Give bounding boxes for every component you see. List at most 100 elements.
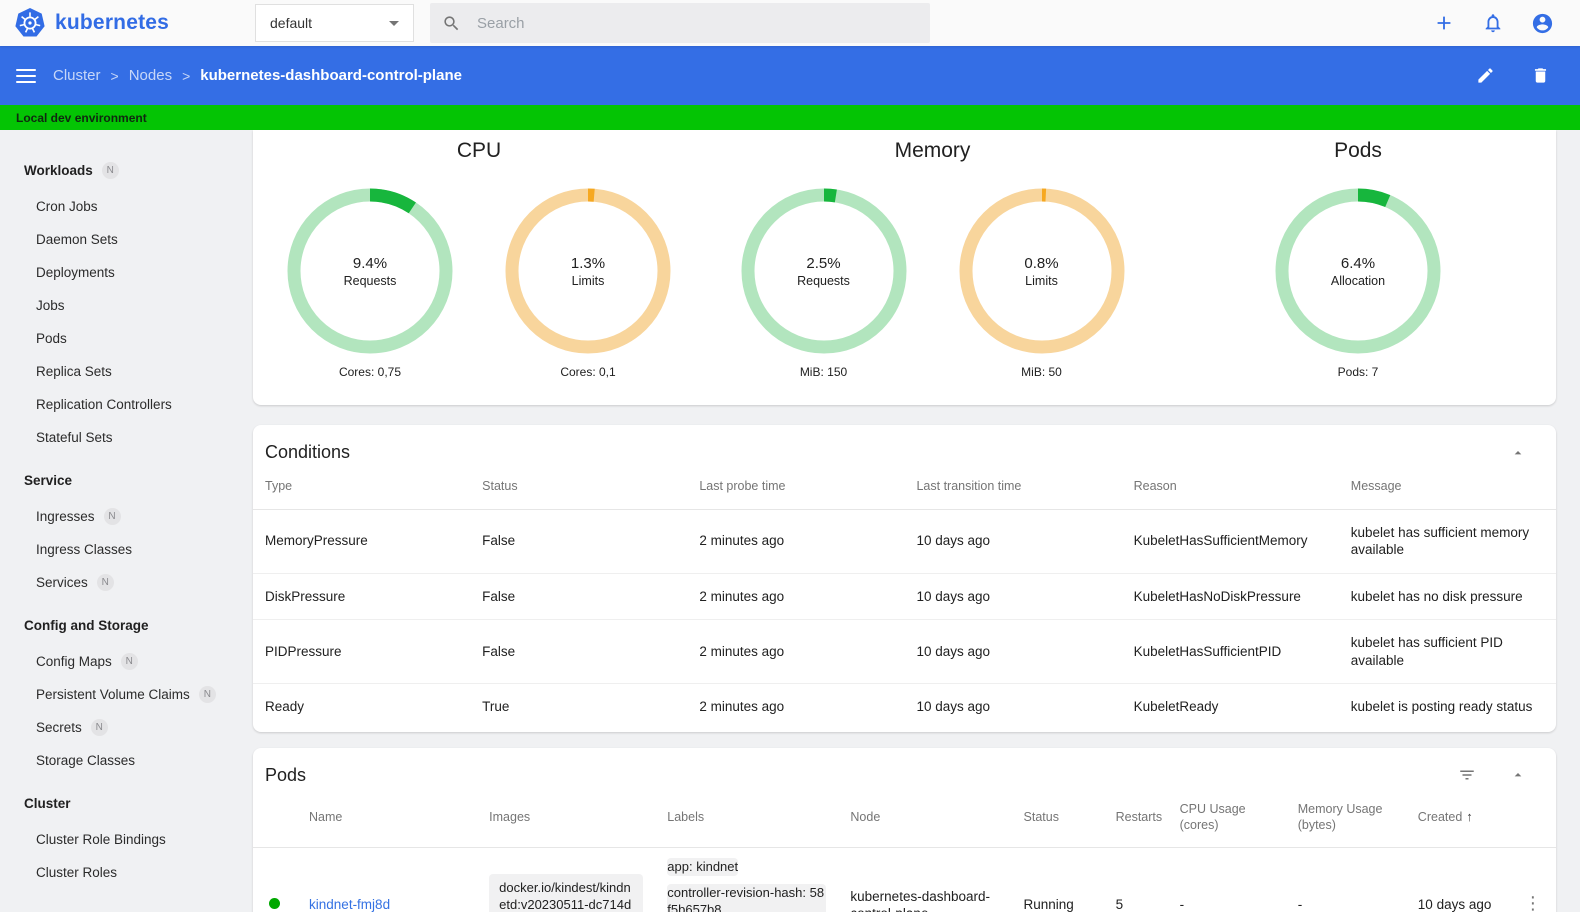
chart-group-memory: Memory 2.5% Requests MiB: 150 0.8% Limits MiB:… bbox=[705, 134, 1160, 405]
sidebar-item-services[interactable]: Services N bbox=[0, 566, 250, 599]
table-row[interactable]: MemoryPressure False 2 minutes ago 10 days … bbox=[253, 508, 1556, 574]
sidebar-item-label: Storage Classes bbox=[36, 753, 136, 768]
filter-icon[interactable] bbox=[1458, 766, 1476, 784]
donut-pods-allocation: 6.4% Allocation Pods: 7 bbox=[1273, 186, 1443, 379]
sidebar-item-cron-jobs[interactable]: Cron Jobs bbox=[0, 190, 250, 223]
pod-cell-images: docker.io/kindest/kindnetd:v20230511-dc7… bbox=[477, 848, 655, 912]
sidebar-item-ingresses[interactable]: Ingresses N bbox=[0, 500, 250, 533]
pod-name-link[interactable]: kindnet-fmj8d bbox=[309, 897, 390, 912]
column-header-label: Memory Usage (bytes) bbox=[1297, 801, 1383, 832]
sidebar-item-config-maps[interactable]: Config Maps N bbox=[0, 645, 250, 678]
conditions-cell-last-probe-time: 2 minutes ago bbox=[687, 508, 905, 574]
pod-status-ok-icon bbox=[269, 898, 280, 910]
sidebar-item-label: Jobs bbox=[36, 298, 65, 313]
collapse-section-icon[interactable] bbox=[1510, 767, 1526, 783]
donut-ring: 2.5% Requests bbox=[739, 186, 909, 356]
sidebar-item-label: Cluster Roles bbox=[36, 865, 118, 880]
top-header: kubernetes default bbox=[0, 0, 1580, 46]
sidebar-item-replication-controllers[interactable]: Replication Controllers bbox=[0, 388, 250, 421]
conditions-cell-type: MemoryPressure bbox=[253, 508, 471, 574]
usage-charts-card: CPU 9.4% Requests Cores: 0,75 1.3% Limits Core… bbox=[253, 130, 1556, 405]
conditions-card: Conditions Type Status Last probe time Last… bbox=[253, 425, 1556, 732]
sidebar-item-cluster-roles[interactable]: Cluster Roles bbox=[0, 856, 250, 889]
table-row[interactable]: kindnet-fmj8d docker.io/kindest/kindnetd:… bbox=[253, 848, 1556, 912]
table-row[interactable]: DiskPressure False 2 minutes ago 10 days ag… bbox=[253, 572, 1556, 620]
conditions-cell-reason: KubeletReady bbox=[1121, 683, 1339, 730]
kebab-menu-icon[interactable]: ⋮ bbox=[1524, 893, 1542, 912]
collapse-section-icon[interactable] bbox=[1510, 445, 1526, 461]
conditions-cell-message: kubelet has sufficient memory available bbox=[1338, 508, 1556, 574]
conditions-cell-last-probe-time: 2 minutes ago bbox=[687, 683, 905, 730]
sidebar-item-persistent-volume-claims[interactable]: Persistent Volume Claims N bbox=[0, 678, 250, 711]
sidebar-item-deployments[interactable]: Deployments bbox=[0, 256, 250, 289]
sidebar-item-ingress-classes[interactable]: Ingress Classes bbox=[0, 533, 250, 566]
sidebar-item-daemon-sets[interactable]: Daemon Sets bbox=[0, 223, 250, 256]
conditions-cell-last-probe-time: 2 minutes ago bbox=[687, 572, 905, 620]
sidebar-item-jobs[interactable]: Jobs bbox=[0, 289, 250, 322]
search-icon bbox=[442, 14, 461, 33]
column-header-status: Status bbox=[1011, 791, 1104, 849]
sidebar-item-replica-sets[interactable]: Replica Sets bbox=[0, 355, 250, 388]
conditions-cell-reason: KubeletHasSufficientMemory bbox=[1121, 508, 1339, 574]
conditions-cell-status: True bbox=[470, 683, 688, 730]
edit-pencil-icon[interactable] bbox=[1473, 64, 1497, 88]
page-title: kubernetes-dashboard-control-plane bbox=[200, 67, 462, 84]
menu-icon[interactable] bbox=[16, 65, 36, 87]
new-badge: N bbox=[101, 161, 119, 179]
column-header-actions bbox=[1511, 791, 1556, 849]
column-header-label: Restarts bbox=[1115, 809, 1163, 824]
brand-title: kubernetes bbox=[55, 11, 170, 34]
donut-ring: 1.3% Limits bbox=[503, 186, 673, 356]
conditions-cell-last-transition-time: 10 days ago bbox=[904, 683, 1122, 730]
breadcrumb-cluster[interactable]: Cluster bbox=[53, 67, 101, 84]
breadcrumb-nodes[interactable]: Nodes bbox=[129, 67, 172, 84]
column-header-label: Created bbox=[1417, 810, 1463, 825]
table-row[interactable]: Ready True 2 minutes ago 10 days ago Kubelet… bbox=[253, 683, 1556, 730]
column-header-label: CPU Usage (cores) bbox=[1179, 801, 1246, 832]
sidebar-item-stateful-sets[interactable]: Stateful Sets bbox=[0, 421, 250, 454]
table-row[interactable]: PIDPressure False 2 minutes ago 10 days ago… bbox=[253, 619, 1556, 684]
main-content[interactable]: CPU 9.4% Requests Cores: 0,75 1.3% Limits Core… bbox=[250, 130, 1580, 912]
sidebar-section-cluster: Cluster bbox=[0, 783, 250, 823]
user-profile-icon[interactable] bbox=[1530, 11, 1554, 35]
sidebar-nav[interactable]: Workloads N Cron Jobs Daemon Sets Deployment… bbox=[0, 130, 250, 912]
chart-group-title: Memory bbox=[894, 139, 971, 162]
donut-ring: 6.4% Allocation bbox=[1273, 186, 1443, 356]
label-chip: app: kindnet bbox=[667, 858, 739, 876]
kubernetes-brand[interactable]: kubernetes bbox=[14, 7, 169, 39]
sidebar-item-secrets[interactable]: Secrets N bbox=[0, 711, 250, 744]
sidebar-item-label: Ingresses bbox=[36, 509, 95, 524]
sidebar-item-storage-classes[interactable]: Storage Classes bbox=[0, 744, 250, 777]
donut-footer-label: MiB: 50 bbox=[1021, 365, 1062, 379]
pod-cell-actions: ⋮ bbox=[1512, 848, 1556, 912]
donut-footer-label: Cores: 0,1 bbox=[560, 365, 616, 379]
column-header-labels: Labels bbox=[655, 791, 839, 849]
namespace-selector[interactable]: default bbox=[255, 4, 414, 42]
notifications-bell-icon[interactable] bbox=[1481, 11, 1505, 35]
conditions-cell-message: kubelet has no disk pressure bbox=[1338, 572, 1556, 620]
donut-cpu-limits: 1.3% Limits Cores: 0,1 bbox=[503, 186, 673, 379]
column-header-status: Status bbox=[470, 469, 688, 510]
conditions-table-header: Type Status Last probe time Last transition… bbox=[253, 469, 1556, 510]
sidebar-item-label: Config Maps bbox=[36, 654, 112, 669]
sort-ascending-icon: ↑ bbox=[1466, 809, 1473, 825]
pod-cell-memory-usage: - bbox=[1297, 897, 1303, 912]
chart-group-pods: Pods 6.4% Allocation Pods: 7 bbox=[1160, 134, 1556, 405]
conditions-tbody: MemoryPressure False 2 minutes ago 10 days … bbox=[253, 508, 1556, 730]
sidebar-item-label: Persistent Volume Claims bbox=[36, 687, 190, 702]
search-input[interactable] bbox=[475, 13, 918, 33]
column-header-label: Name bbox=[309, 809, 343, 824]
conditions-cell-reason: KubeletHasNoDiskPressure bbox=[1121, 572, 1339, 620]
image-chip: docker.io/kindest/kindnetd:v20230511-dc7… bbox=[489, 873, 644, 912]
delete-trash-icon[interactable] bbox=[1528, 64, 1552, 88]
column-header-name: Name bbox=[297, 791, 478, 849]
sidebar-item-pods[interactable]: Pods bbox=[0, 322, 250, 355]
sidebar-item-label: Daemon Sets bbox=[36, 232, 118, 247]
pods-table: Name Images Labels Node Status Restarts CPU Us… bbox=[253, 791, 1556, 912]
add-resource-button[interactable] bbox=[1432, 11, 1456, 35]
sidebar-item-cluster-role-bindings[interactable]: Cluster Role Bindings bbox=[0, 823, 250, 856]
donut-footer-label: Pods: 7 bbox=[1337, 365, 1379, 379]
sidebar-item-label: Secrets bbox=[36, 720, 82, 735]
search-bar[interactable] bbox=[430, 3, 930, 43]
new-badge: N bbox=[198, 686, 216, 703]
